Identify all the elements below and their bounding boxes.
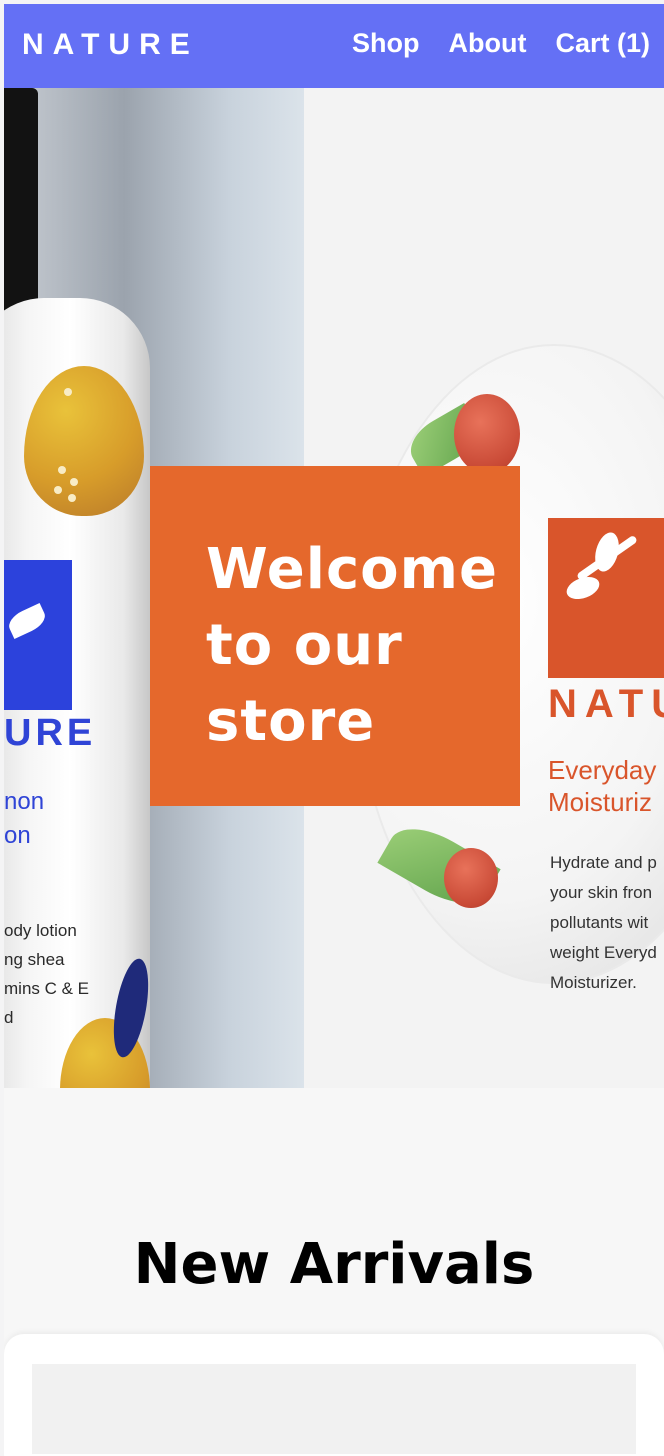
jar-title: Everyday Moisturiz <box>548 754 656 818</box>
hero-heading: Welcome to our store <box>206 537 498 754</box>
jar-desc-line: pollutants wit <box>550 913 649 932</box>
page: NATURE Shop About Cart (1) URE non on od… <box>4 4 664 1456</box>
bottle-desc-line: mins C & E <box>4 979 90 998</box>
bottle-description: ody lotion ng shea mins C & E d <box>4 916 89 1032</box>
nav-link-shop[interactable]: Shop <box>352 28 420 59</box>
jar-description: Hydrate and p your skin fron pollutants … <box>550 848 657 998</box>
product-image-placeholder <box>32 1364 636 1454</box>
jar-desc-line: your skin fron <box>550 883 653 902</box>
product-card[interactable] <box>4 1334 664 1456</box>
bottle-desc-line: ng shea <box>4 950 65 969</box>
hero-banner: URE non on ody lotion ng shea mins C & E… <box>4 88 664 1088</box>
jar-desc-line: Moisturizer. <box>550 973 637 992</box>
jar-title-line: Everyday <box>548 755 657 785</box>
jar-title-line: Moisturiz <box>548 787 653 817</box>
nav-link-about[interactable]: About <box>449 28 527 59</box>
bottle-desc-line: d <box>4 1008 14 1027</box>
leaf-icon <box>563 572 603 604</box>
bottle-brand-text: URE <box>4 712 97 754</box>
bottle-pump <box>4 88 38 318</box>
new-arrivals-title: New Arrivals <box>133 1232 535 1297</box>
jar-logo-square <box>548 518 664 678</box>
site-logo[interactable]: NATURE <box>22 28 199 62</box>
cherry-illustration <box>454 394 520 474</box>
bottle-logo-square <box>4 560 72 710</box>
bottle-name-line2: on <box>4 822 31 849</box>
nav-link-cart[interactable]: Cart (1) <box>555 28 650 59</box>
bottle-name-line1: non <box>4 788 45 815</box>
welcome-box: Welcome to our store <box>150 466 520 806</box>
bottle-desc-line: ody lotion <box>4 921 77 940</box>
site-header: NATURE Shop About Cart (1) <box>4 4 664 88</box>
jar-desc-line: Hydrate and p <box>550 853 657 872</box>
cherry-illustration-bottom <box>444 848 498 908</box>
jar-brand-text: NATU <box>548 682 664 726</box>
main-nav: Shop About Cart (1) <box>352 28 650 59</box>
jar-desc-line: weight Everyd <box>550 943 657 962</box>
leaf-icon <box>5 603 49 639</box>
